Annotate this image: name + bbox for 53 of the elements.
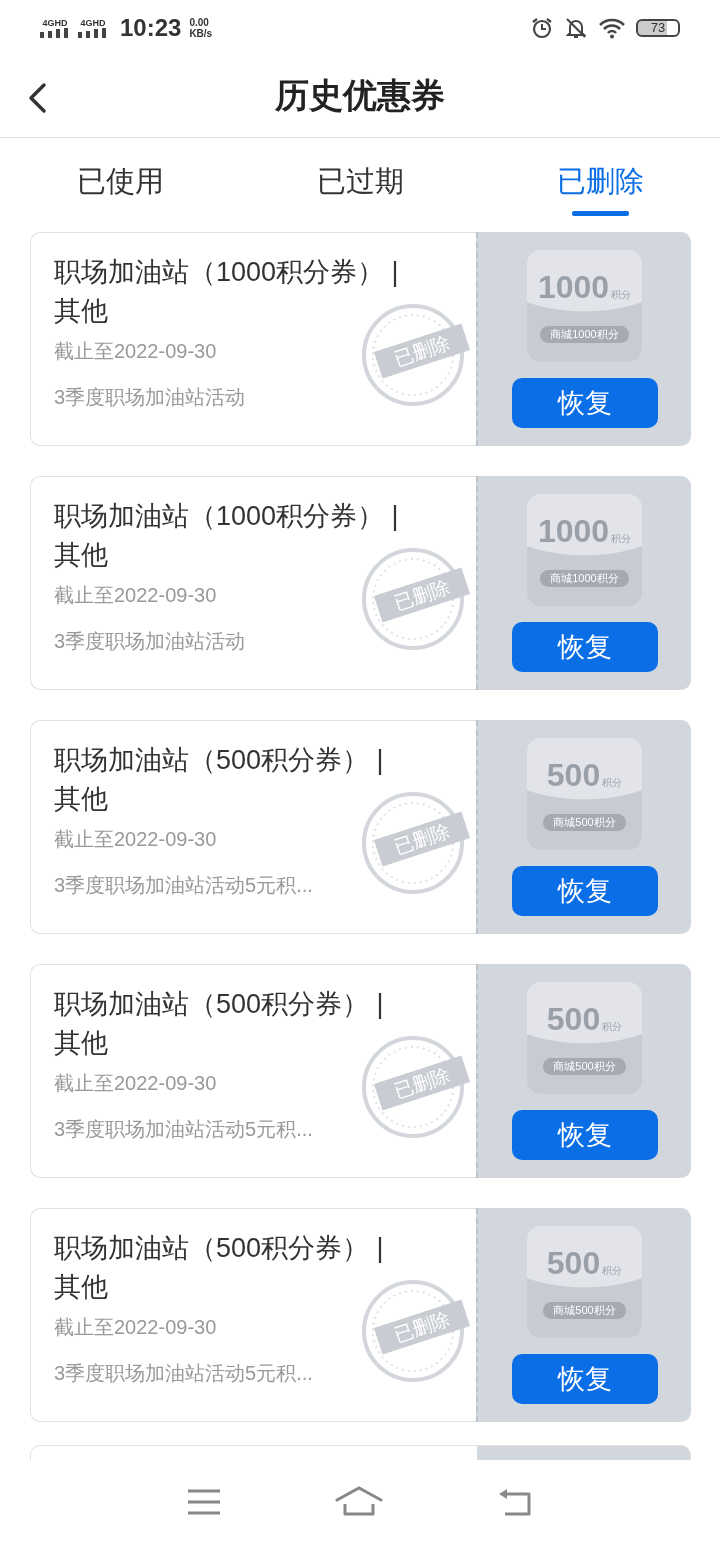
network-speed: 0.00 xyxy=(189,16,210,28)
coupon-description: 3季度职场加油站活动5元积... xyxy=(54,1117,313,1142)
alarm-icon xyxy=(530,15,554,40)
signal-icon xyxy=(78,27,108,38)
stamp-icon xyxy=(361,547,465,651)
points-caption: 商城500积分 xyxy=(543,814,626,831)
clock-time: 10:23 xyxy=(120,13,182,42)
battery-level: 73 xyxy=(636,18,680,37)
tab[interactable]: 已过期 xyxy=(240,138,480,225)
coupon-description: 3季度职场加油站活动5元积... xyxy=(54,1361,313,1386)
menu-icon[interactable] xyxy=(187,1489,221,1515)
stamp-icon xyxy=(361,303,465,407)
points-amount: 500 xyxy=(546,1002,601,1036)
page-title: 历史优惠券 xyxy=(275,75,445,116)
expiry-date: 截止至2022-09-30 xyxy=(54,1315,217,1340)
points-caption: 商城1000积分 xyxy=(540,570,629,587)
expiry-date: 截止至2022-09-30 xyxy=(54,339,217,364)
points-caption: 商城500积分 xyxy=(543,1058,626,1075)
points-unit: 积分 xyxy=(611,288,632,302)
points-caption: 商城500积分 xyxy=(543,1302,626,1319)
stamp-icon xyxy=(361,1279,465,1383)
restore-button[interactable]: 恢复 xyxy=(511,378,658,428)
coupon-description: 3季度职场加油站活动 xyxy=(54,385,246,410)
restore-button[interactable]: 恢复 xyxy=(511,1110,658,1160)
restore-button[interactable]: 恢复 xyxy=(511,1354,658,1404)
points-amount: 1000 xyxy=(537,270,610,304)
home-icon[interactable] xyxy=(335,1486,383,1518)
tab[interactable]: 已删除 xyxy=(480,138,720,225)
wifi-icon xyxy=(598,16,626,39)
back-icon[interactable] xyxy=(26,82,48,114)
points-unit: 积分 xyxy=(602,776,623,790)
stamp-icon xyxy=(361,791,465,895)
points-unit: 积分 xyxy=(611,532,632,546)
points-amount: 500 xyxy=(546,758,601,792)
bell-off-icon xyxy=(564,15,588,40)
network-label: 4GHD xyxy=(80,17,106,28)
points-caption: 商城1000积分 xyxy=(540,326,629,343)
restore-button[interactable]: 恢复 xyxy=(511,866,658,916)
signal-icon xyxy=(40,27,70,38)
coupon-description: 3季度职场加油站活动 xyxy=(54,629,246,654)
points-amount: 500 xyxy=(546,1246,601,1280)
points-unit: 积分 xyxy=(602,1264,623,1278)
expiry-date: 截止至2022-09-30 xyxy=(54,583,217,608)
tab[interactable]: 已使用 xyxy=(0,138,240,225)
coupon-description: 3季度职场加油站活动5元积... xyxy=(54,873,313,898)
expiry-date: 截止至2022-09-30 xyxy=(54,827,217,852)
expiry-date: 截止至2022-09-30 xyxy=(54,1071,217,1096)
network-label: 4GHD xyxy=(42,17,68,28)
stamp-icon xyxy=(361,1035,465,1139)
points-amount: 1000 xyxy=(537,514,610,548)
restore-button[interactable]: 恢复 xyxy=(511,622,658,672)
points-unit: 积分 xyxy=(602,1020,623,1034)
speed-unit: KB/s xyxy=(189,27,213,39)
